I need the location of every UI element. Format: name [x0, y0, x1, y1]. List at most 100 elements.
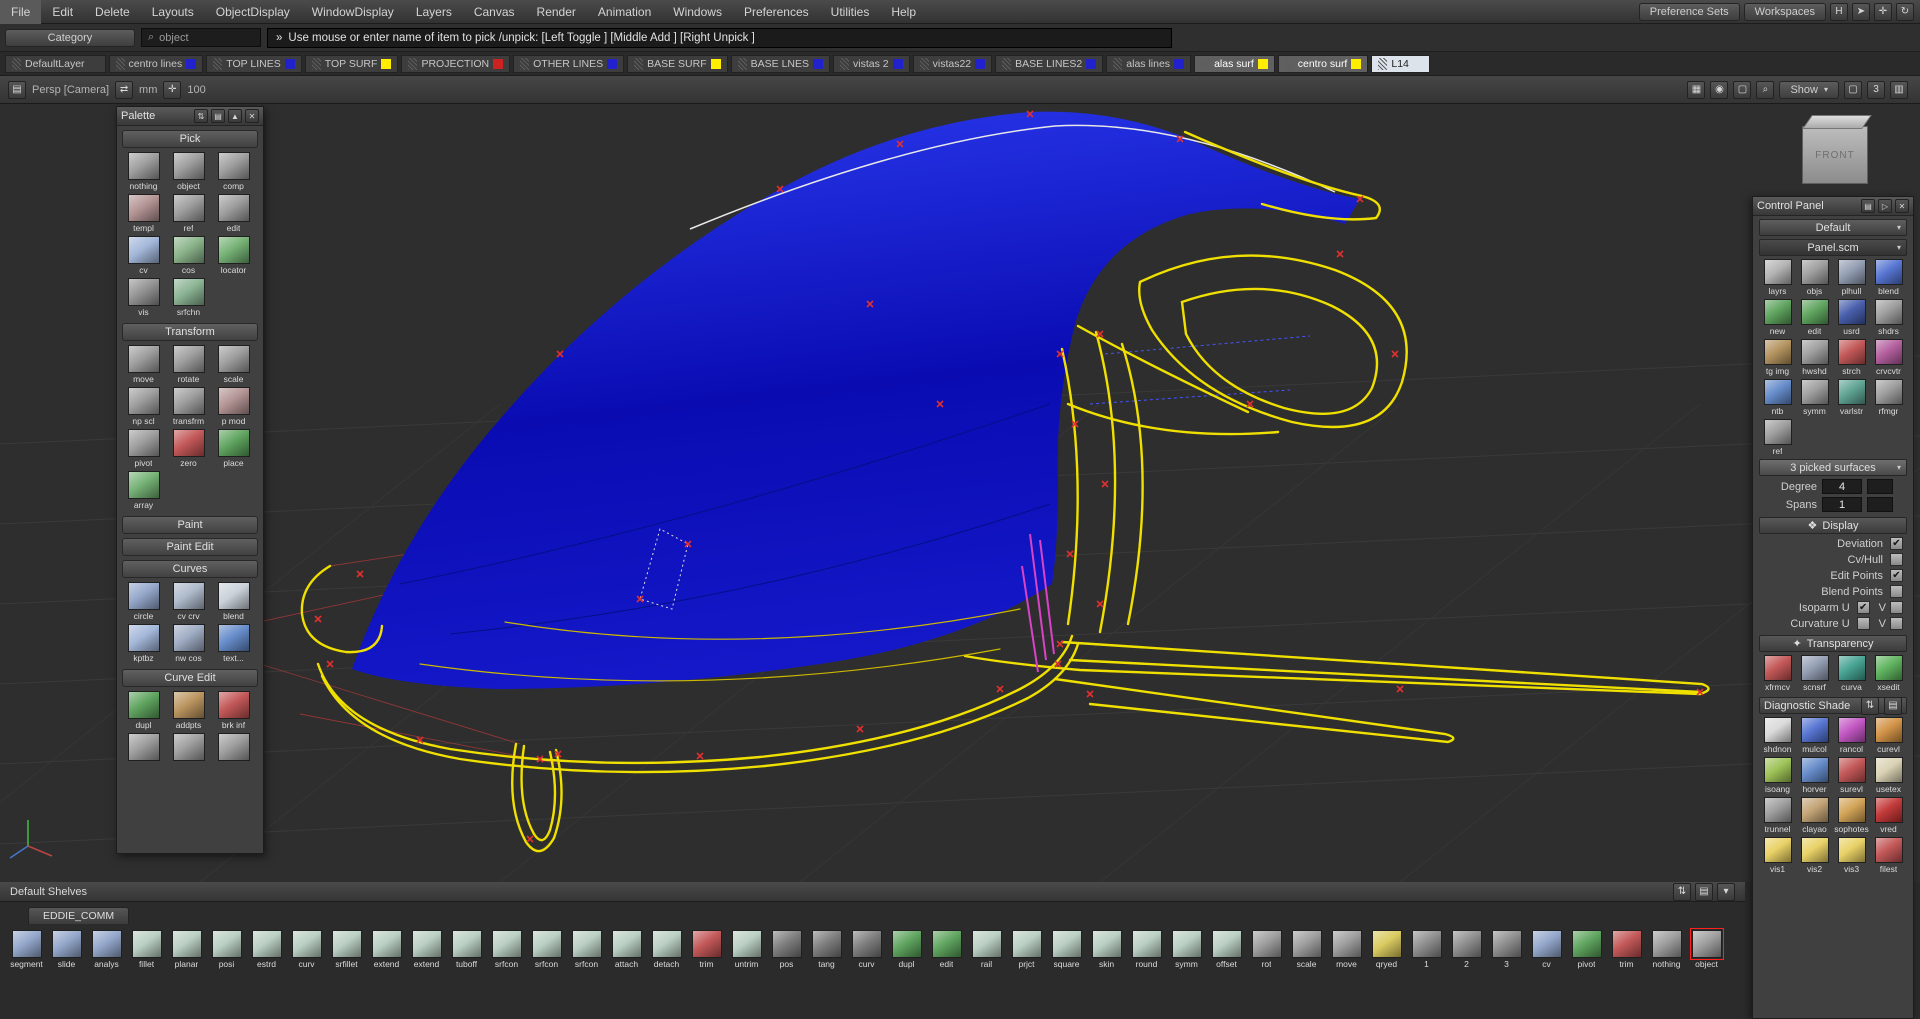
quick-tool[interactable]: xsedit: [1870, 655, 1907, 692]
menu-item[interactable]: Animation: [587, 0, 662, 24]
shelf-tool[interactable]: square: [1048, 930, 1085, 969]
layer-color-swatch[interactable]: [1413, 59, 1423, 69]
palette-header[interactable]: Palette ⇅ ▤ ▲ ✕: [117, 107, 263, 126]
layer-symmetry-toggle[interactable]: [634, 58, 643, 70]
menu-item[interactable]: WindowDisplay: [301, 0, 405, 24]
palette-tool[interactable]: cos: [166, 236, 211, 275]
palette-tool[interactable]: p mod: [211, 387, 256, 426]
shelf-tool[interactable]: curv: [848, 930, 885, 969]
palette-tool[interactable]: rotate: [166, 345, 211, 384]
shelf-tool[interactable]: analys: [88, 930, 125, 969]
panel-menu-icon[interactable]: ▤: [8, 81, 26, 99]
shelf-tool[interactable]: round: [1128, 930, 1165, 969]
palette-tool[interactable]: nothing: [121, 152, 166, 191]
shelf-tool[interactable]: extend: [368, 930, 405, 969]
layer-symmetry-toggle[interactable]: [920, 58, 929, 70]
diagnostic-shade-tool[interactable]: surevl: [1833, 757, 1870, 794]
control-panel-header[interactable]: Control Panel ▤ ▷ ✕: [1753, 197, 1913, 216]
view-cube[interactable]: FRONT: [1802, 126, 1868, 184]
checkbox[interactable]: [1857, 617, 1870, 630]
menu-item[interactable]: Edit: [41, 0, 84, 24]
layer-chip[interactable]: centro lines: [109, 55, 204, 73]
shelf-tool[interactable]: rot: [1248, 930, 1285, 969]
layer-symmetry-toggle[interactable]: [1002, 58, 1011, 70]
layer-chip[interactable]: OTHER LINES: [513, 55, 624, 73]
checkbox[interactable]: ✔: [1890, 537, 1903, 550]
control-panel-tool[interactable]: ntb: [1759, 379, 1796, 416]
shelf-tool[interactable]: posi: [208, 930, 245, 969]
menu-icon[interactable]: ▤: [1695, 883, 1713, 901]
palette-tool[interactable]: srfchn: [166, 278, 211, 317]
palette-tool[interactable]: circle: [121, 582, 166, 621]
magnify-icon[interactable]: ⌕: [1756, 81, 1774, 99]
palette-tool[interactable]: ref: [166, 194, 211, 233]
layer-symmetry-toggle[interactable]: [1378, 58, 1387, 70]
control-panel-tool[interactable]: layrs: [1759, 259, 1796, 296]
palette-tool[interactable]: vis: [121, 278, 166, 317]
layer-color-swatch[interactable]: [1086, 59, 1096, 69]
shelf-tool[interactable]: nothing: [1648, 930, 1685, 969]
control-panel-tool[interactable]: ref: [1759, 419, 1796, 456]
diagnostic-shade-tool[interactable]: sophotes: [1833, 797, 1870, 834]
palette-tool[interactable]: locator: [211, 236, 256, 275]
display-section-header[interactable]: ❖ Display: [1759, 517, 1907, 534]
control-panel-tool[interactable]: strch: [1833, 339, 1870, 376]
shelf-tool[interactable]: srfcon: [488, 930, 525, 969]
control-panel-tool[interactable]: varlstr: [1833, 379, 1870, 416]
palette-tool[interactable]: zero: [166, 429, 211, 468]
layer-symmetry-toggle[interactable]: [1113, 58, 1122, 70]
fit-icon[interactable]: ⇄: [115, 81, 133, 99]
shelf-tool[interactable]: symm: [1168, 930, 1205, 969]
diagnostic-shade-tool[interactable]: curevl: [1870, 717, 1907, 754]
shelf-tool[interactable]: offset: [1208, 930, 1245, 969]
layer-color-swatch[interactable]: [493, 59, 503, 69]
palette-tool[interactable]: pivot: [121, 429, 166, 468]
shelf-tool[interactable]: curv: [288, 930, 325, 969]
layer-chip[interactable]: PROJECTION: [401, 55, 510, 73]
layer-chip[interactable]: TOP LINES: [206, 55, 301, 73]
layer-symmetry-toggle[interactable]: [213, 58, 222, 70]
control-panel-tool[interactable]: new: [1759, 299, 1796, 336]
shelf-tool[interactable]: segment: [8, 930, 45, 969]
palette-section-header[interactable]: Paint Edit: [122, 538, 258, 556]
palette-tool[interactable]: object: [166, 152, 211, 191]
palette-tool[interactable]: edit: [211, 194, 256, 233]
shelf-tool[interactable]: slide: [48, 930, 85, 969]
value-input-secondary[interactable]: [1867, 497, 1893, 512]
grid-icon[interactable]: ▦: [1687, 81, 1705, 99]
category-dropdown[interactable]: Category: [5, 29, 135, 47]
shelf-tool[interactable]: object: [1688, 930, 1725, 969]
palette-tool[interactable]: dupl: [121, 691, 166, 730]
menu-item[interactable]: Windows: [662, 0, 733, 24]
control-panel-tool[interactable]: plhull: [1833, 259, 1870, 296]
palette-tool[interactable]: kptbz: [121, 624, 166, 663]
layer-symmetry-toggle[interactable]: [12, 58, 21, 70]
palette-tool[interactable]: np scl: [121, 387, 166, 426]
shelf-tool[interactable]: srfcon: [528, 930, 565, 969]
view-rotate-icon[interactable]: ↻: [1896, 3, 1914, 21]
menu-item[interactable]: Help: [880, 0, 927, 24]
palette-tool[interactable]: move: [121, 345, 166, 384]
control-panel-tool[interactable]: shdrs: [1870, 299, 1907, 336]
diagnostic-shade-tool[interactable]: vred: [1870, 797, 1907, 834]
palette-tool[interactable]: scale: [211, 345, 256, 384]
diagnostic-shade-tool[interactable]: vis3: [1833, 837, 1870, 874]
palette-tool[interactable]: cv: [121, 236, 166, 275]
shelf-tool[interactable]: pivot: [1568, 930, 1605, 969]
shelf-tool[interactable]: dupl: [888, 930, 925, 969]
control-panel-tool[interactable]: crvcvtr: [1870, 339, 1907, 376]
palette-tool[interactable]: array: [121, 471, 166, 510]
shelf-tool[interactable]: extend: [408, 930, 445, 969]
menu-icon[interactable]: ▤: [1861, 199, 1875, 213]
diagnostic-shade-tool[interactable]: mulcol: [1796, 717, 1833, 754]
menu-icon[interactable]: ▤: [1884, 697, 1902, 715]
layer-symmetry-toggle[interactable]: [1201, 58, 1210, 70]
diagnostic-shade-tool[interactable]: rancol: [1833, 717, 1870, 754]
layout-multi-icon[interactable]: ▥: [1890, 81, 1908, 99]
chevron-down-icon[interactable]: ▾: [1717, 883, 1735, 901]
transparency-section-header[interactable]: ✦ Transparency: [1759, 635, 1907, 652]
shelf-tool[interactable]: tang: [808, 930, 845, 969]
value-input[interactable]: 1: [1822, 497, 1862, 512]
checkbox-secondary[interactable]: [1890, 601, 1903, 614]
palette-section-header[interactable]: Transform: [122, 323, 258, 341]
